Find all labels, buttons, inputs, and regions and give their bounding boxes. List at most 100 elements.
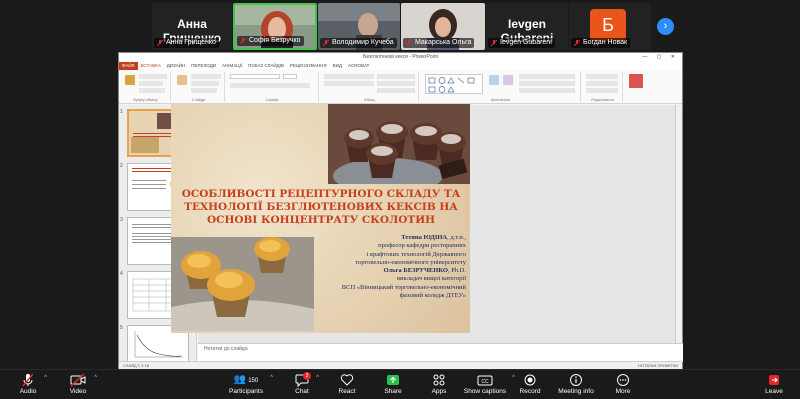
thumb-text-line <box>132 180 166 181</box>
ribbon-group-label: Редагування <box>591 98 614 102</box>
next-page-button[interactable]: › <box>657 18 674 35</box>
svg-text:CC: CC <box>481 379 489 385</box>
chevron-up-icon[interactable]: ^ <box>94 375 97 381</box>
ribbon-line <box>519 74 575 79</box>
chat-label: Chat <box>295 388 309 395</box>
mic-muted-icon <box>22 373 34 387</box>
react-button[interactable]: React <box>336 372 358 396</box>
thumb-number: 4 <box>120 271 123 277</box>
window-controls[interactable]: — ▢ ✕ <box>642 53 679 62</box>
muffins-photo-bottom <box>171 237 314 331</box>
author2-position: фаховий коледж ДТЕУ» <box>399 292 466 300</box>
ribbon-line <box>139 81 163 86</box>
leave-button[interactable]: Leave <box>762 372 786 396</box>
acrobat-icon[interactable] <box>629 74 643 88</box>
tab-slideshow[interactable]: ПОКАЗ СЛАЙДІВ <box>245 62 287 70</box>
participant-tile[interactable]: Б Богдан Новак <box>569 3 651 50</box>
participant-caption-label: Анна Грищенко <box>166 39 216 46</box>
font-size-field[interactable] <box>283 74 297 79</box>
participant-caption-label: Богдан Новак <box>583 39 628 46</box>
ribbon-group-paragraph: Абзац <box>321 72 419 102</box>
font-format-row[interactable] <box>230 83 310 88</box>
audio-button[interactable]: Audio ^ <box>16 372 47 396</box>
avatar: Б <box>590 9 626 41</box>
ribbon-line <box>586 74 618 79</box>
tab-design[interactable]: ДИЗАЙН <box>164 62 189 70</box>
ribbon-line <box>139 88 165 93</box>
quick-styles-icon[interactable] <box>503 75 513 85</box>
record-button[interactable]: Record <box>518 372 542 396</box>
arrange-icon[interactable] <box>489 75 499 85</box>
captions-button[interactable]: CC Show captions ^ <box>462 372 515 396</box>
chevron-up-icon[interactable]: ^ <box>44 375 47 381</box>
ribbon-group-slides: Слайди <box>173 72 225 102</box>
video-button[interactable]: Video ^ <box>66 372 97 396</box>
paste-icon[interactable] <box>125 75 135 85</box>
thumb-text-line <box>132 184 166 185</box>
leave-icon <box>769 375 779 385</box>
share-screen-icon <box>387 375 399 385</box>
ribbon-group-editing: Редагування <box>583 72 623 102</box>
meeting-info-button[interactable]: Meeting info <box>556 372 596 396</box>
chat-button[interactable]: 3 Chat ^ <box>292 372 319 396</box>
shapes-icon <box>428 77 475 93</box>
ppt-status-bar: СЛАЙД 1 З 18 НОТАТКИ ПРИМІТКИ <box>119 361 682 369</box>
participant-tile[interactable]: Анна Грищенко Анна Грищенко <box>152 3 232 50</box>
participant-caption: Богдан Новак <box>571 38 631 48</box>
meeting-info-label: Meeting info <box>558 388 594 395</box>
participant-tile[interactable]: Володимир Кучеба <box>318 3 400 50</box>
thumb-number: 3 <box>120 217 123 223</box>
zoom-meeting-window: Анна Грищенко Анна Грищенко Софія Безруч… <box>0 0 800 399</box>
ribbon-group-label: Креслення <box>491 98 510 102</box>
mic-muted-icon <box>323 40 329 46</box>
new-slide-icon[interactable] <box>177 75 187 85</box>
ribbon-line <box>377 88 415 93</box>
tab-file[interactable]: ФАЙЛ <box>119 62 138 70</box>
slide-title: ОСОБЛИВОСТІ РЕЦЕПТУРНОГО СКЛАДУ ТА ТЕХНО… <box>181 188 461 226</box>
mic-muted-icon <box>574 40 580 46</box>
ribbon-group-clipboard: Буфер обміну <box>121 72 171 102</box>
current-slide[interactable]: ОСОБЛИВОСТІ РЕЦЕПТУРНОГО СКЛАДУ ТА ТЕХНО… <box>171 104 470 333</box>
ribbon-group-label: Буфер обміну <box>133 98 158 102</box>
chevron-right-icon: › <box>663 20 668 32</box>
ribbon-line <box>586 88 618 93</box>
more-button[interactable]: More <box>612 372 634 396</box>
chevron-up-icon[interactable]: ^ <box>270 375 273 381</box>
ribbon-group-label: Слайди <box>191 98 206 102</box>
chevron-up-icon[interactable]: ^ <box>316 375 319 381</box>
participants-button[interactable]: 👥 150 Participants ^ <box>226 372 273 396</box>
tab-view[interactable]: ВИД <box>330 62 345 70</box>
author1-position: торговельно-економічного університету <box>355 258 466 266</box>
meeting-controls-bar: Audio ^ Video ^ 👥 150 Participants ^ 3 Ch… <box>0 369 800 399</box>
author1-position: професор кафедри ресторанних <box>378 242 466 250</box>
tab-review[interactable]: РЕЦЕНЗУВАННЯ <box>287 62 330 70</box>
react-label: React <box>338 388 356 395</box>
author2-name: Ольга БЕЗРУЧЕНКО <box>383 267 448 275</box>
leave-label: Leave <box>765 388 783 395</box>
participant-strip: Анна Грищенко Анна Грищенко Софія Безруч… <box>0 0 800 52</box>
shapes-gallery[interactable] <box>425 74 483 94</box>
chevron-up-icon[interactable]: ^ <box>512 375 515 381</box>
participant-tile[interactable]: Макарська Ольга <box>401 3 485 50</box>
vertical-scrollbar[interactable] <box>675 105 682 343</box>
ribbon-line <box>191 81 219 86</box>
participant-caption: Макарська Ольга <box>403 38 475 48</box>
ribbon-line <box>324 81 374 86</box>
ribbon-line <box>586 81 618 86</box>
share-button[interactable]: Share <box>382 372 404 396</box>
participant-tile[interactable]: Ievgen Gubareni Ievgen Gubareni <box>486 3 568 50</box>
ribbon-group-label: Абзац <box>364 98 375 102</box>
tab-acrobat[interactable]: ACROBAT <box>345 62 372 70</box>
participants-count: 150 <box>248 378 259 384</box>
tab-transitions[interactable]: ПЕРЕХОДИ <box>188 62 219 70</box>
notes-pane[interactable]: Нотатки до слайда <box>198 343 683 362</box>
participant-tile-active[interactable]: Софія Безручко <box>233 3 317 50</box>
participant-caption-label: Софія Безручко <box>249 37 301 44</box>
share-label: Share <box>384 388 402 395</box>
video-label: Video <box>69 388 87 395</box>
participant-caption-label: Ievgen Gubareni <box>500 39 552 46</box>
ribbon-line <box>519 81 575 86</box>
apps-button[interactable]: Apps <box>428 372 450 396</box>
tab-animations[interactable]: АНІМАЦІЇ <box>219 62 245 70</box>
font-name-field[interactable] <box>230 74 280 79</box>
